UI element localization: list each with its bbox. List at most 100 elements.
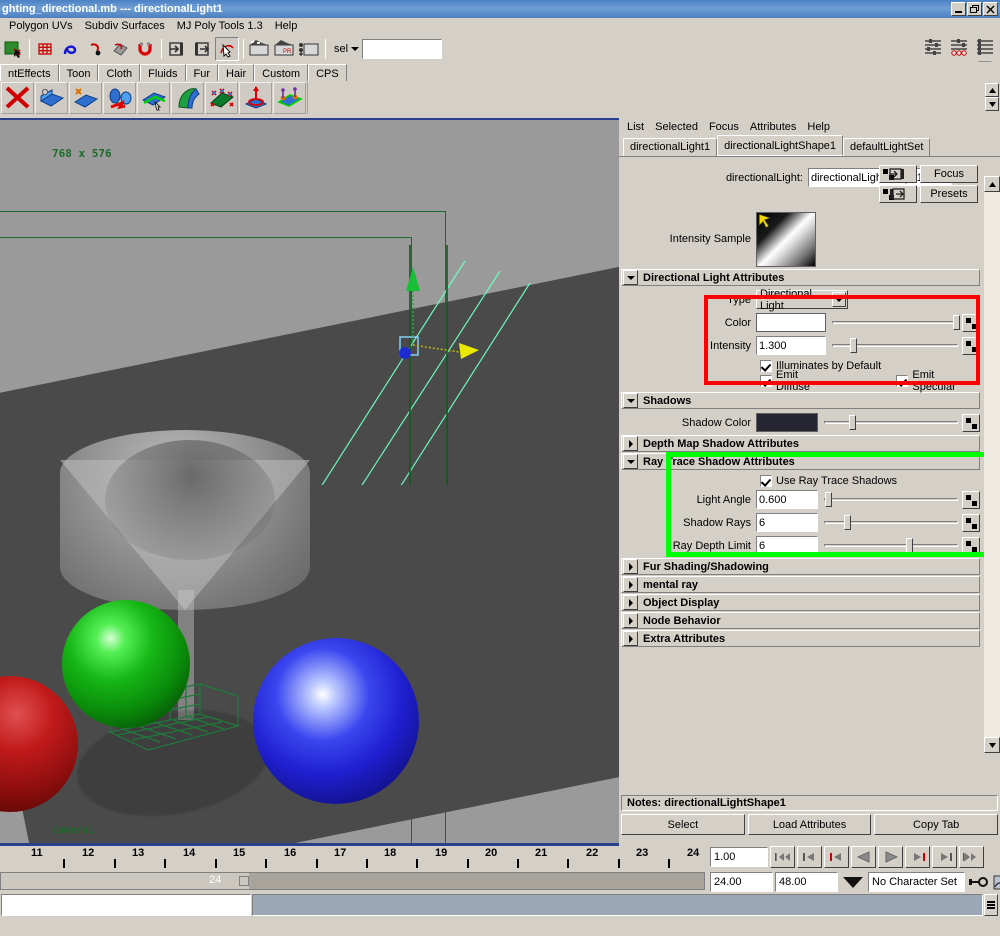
intensity-sample-swatch[interactable] xyxy=(756,211,816,267)
use-ray-trace-shadows-checkbox[interactable] xyxy=(760,475,772,487)
step-forward-frame-icon[interactable] xyxy=(905,846,930,868)
polygon-split-icon[interactable] xyxy=(137,82,170,114)
ae-menu-focus[interactable]: Focus xyxy=(705,121,746,133)
shelf-tab-cps[interactable]: CPS xyxy=(308,64,347,81)
restore-icon[interactable] xyxy=(967,2,982,16)
expand-arrow-icon[interactable] xyxy=(623,436,638,451)
close-icon[interactable] xyxy=(983,2,998,16)
ray-depth-limit-field[interactable]: 6 xyxy=(756,536,818,555)
collapse-arrow-icon[interactable] xyxy=(623,393,638,408)
color-map-button[interactable] xyxy=(962,313,980,332)
ae-menu-list[interactable]: List xyxy=(623,121,651,133)
copy-tab-button[interactable]: Copy Tab xyxy=(874,814,999,835)
show-channel-box-icon[interactable] xyxy=(974,36,996,59)
ray-depth-limit-map-button[interactable] xyxy=(962,536,980,555)
shadow-color-swatch[interactable] xyxy=(756,413,818,432)
shelf-tab-hair[interactable]: Hair xyxy=(218,64,255,81)
collapse-arrow-icon[interactable] xyxy=(623,454,638,469)
step-back-frame-icon[interactable] xyxy=(824,846,849,868)
use-ray-trace-shadows-row[interactable]: Use Ray Trace Shadows xyxy=(623,473,980,489)
step-back-keyframe-icon[interactable] xyxy=(797,846,822,868)
shelf-tab-fluids[interactable]: Fluids xyxy=(140,64,186,81)
shelf-scroll-down-icon[interactable] xyxy=(985,97,999,111)
range-end-field[interactable]: 48.00 xyxy=(775,872,838,892)
shelf-tab-nteffects[interactable]: ntEffects xyxy=(0,64,59,81)
snap-to-curve-icon[interactable] xyxy=(58,36,82,61)
snap-to-grid-icon[interactable] xyxy=(33,36,57,61)
tab-directionalLightShape1[interactable]: directionalLightShape1 xyxy=(717,135,844,156)
selection-input[interactable] xyxy=(362,38,443,59)
select-button[interactable]: Select xyxy=(621,814,745,835)
go-to-start-icon[interactable] xyxy=(770,846,795,868)
intensity-map-button[interactable] xyxy=(962,336,980,355)
section-node-behavior[interactable]: Node Behavior xyxy=(621,612,980,629)
step-forward-keyframe-icon[interactable] xyxy=(932,846,957,868)
polygon-cone-manipulator-icon[interactable] xyxy=(239,82,272,114)
animation-preferences-icon[interactable] xyxy=(991,872,1000,892)
tab-directionalLight1[interactable]: directionalLight1 xyxy=(623,138,718,156)
show-attribute-editor-icon[interactable] xyxy=(922,36,944,59)
shelf-scroll-up-icon[interactable] xyxy=(985,83,999,97)
ae-menu-selected[interactable]: Selected xyxy=(651,121,705,133)
range-start-field[interactable]: 24.00 xyxy=(710,872,773,892)
light-angle-slider[interactable] xyxy=(824,490,958,509)
expand-arrow-icon[interactable] xyxy=(623,559,638,574)
render-globals-icon[interactable] xyxy=(297,36,321,61)
shadow-color-slider[interactable] xyxy=(824,413,958,432)
attribute-editor-scrollbar[interactable] xyxy=(984,176,1000,753)
auto-keyframe-icon[interactable] xyxy=(967,872,989,892)
menu-mj-poly-tools[interactable]: MJ Poly Tools 1.3 xyxy=(172,19,270,34)
snap-to-point-icon[interactable] xyxy=(83,36,107,61)
script-editor-icon[interactable] xyxy=(984,894,998,916)
section-extra-attributes[interactable]: Extra Attributes xyxy=(621,630,980,647)
shelf-scrollbar[interactable] xyxy=(985,83,999,113)
input-connection-icon[interactable] xyxy=(879,165,917,183)
ray-depth-limit-slider[interactable] xyxy=(824,536,958,555)
shadow-color-map-button[interactable] xyxy=(962,413,980,432)
section-depth-map-shadow-attributes[interactable]: Depth Map Shadow Attributes xyxy=(621,435,980,452)
output-connection-icon[interactable] xyxy=(879,185,917,203)
color-slider[interactable] xyxy=(832,313,960,332)
intensity-field[interactable]: 1.300 xyxy=(756,336,826,355)
shelf-tab-custom[interactable]: Custom xyxy=(254,64,309,81)
polygon-plane-icon[interactable] xyxy=(273,82,306,114)
light-angle-field[interactable]: 0.600 xyxy=(756,490,818,509)
expand-arrow-icon[interactable] xyxy=(623,631,638,646)
polygon-extrude-icon[interactable] xyxy=(35,82,68,114)
go-to-end-icon[interactable] xyxy=(959,846,984,868)
section-mental-ray[interactable]: mental ray xyxy=(621,576,980,593)
ae-menu-attributes[interactable]: Attributes xyxy=(746,121,803,133)
snap-to-magnet-icon[interactable] xyxy=(133,36,157,61)
section-fur-shading-shadowing[interactable]: Fur Shading/Shadowing xyxy=(621,558,980,575)
directional-light-manipulator[interactable] xyxy=(295,245,535,485)
section-ray-trace-shadow-attributes[interactable]: Ray Trace Shadow Attributes xyxy=(621,453,980,470)
delete-history-icon[interactable] xyxy=(1,82,34,114)
character-set-dropdown-icon[interactable] xyxy=(840,872,866,892)
expand-arrow-icon[interactable] xyxy=(623,613,638,628)
current-frame-field[interactable]: 1.00 xyxy=(710,847,768,867)
collapse-arrow-icon[interactable] xyxy=(623,270,638,285)
polygon-curve-icon[interactable] xyxy=(171,82,204,114)
load-attributes-button[interactable]: Load Attributes xyxy=(747,814,872,835)
chevron-down-icon[interactable] xyxy=(832,292,846,307)
polygon-bevel-icon[interactable] xyxy=(103,82,136,114)
viewport-camera1[interactable]: 768 x 576 camera1 xyxy=(0,118,619,845)
construction-history-in-icon[interactable] xyxy=(165,36,189,61)
playback-range-bar[interactable]: 24 xyxy=(0,872,705,890)
focus-button[interactable]: Focus xyxy=(920,165,978,183)
menu-subdiv-surfaces[interactable]: Subdiv Surfaces xyxy=(80,19,172,34)
illuminates-by-default-checkbox[interactable] xyxy=(760,359,772,372)
polygon-soft-edge-icon[interactable] xyxy=(205,82,238,114)
emit-specular-checkbox[interactable] xyxy=(896,374,909,387)
construction-history-out-icon[interactable] xyxy=(190,36,214,61)
shadow-rays-field[interactable]: 6 xyxy=(756,513,818,532)
play-forwards-icon[interactable] xyxy=(878,846,903,868)
ae-menu-help[interactable]: Help xyxy=(803,121,837,133)
show-tool-settings-icon[interactable] xyxy=(948,36,970,59)
blue-sphere[interactable] xyxy=(253,638,419,804)
light-color-swatch[interactable] xyxy=(756,313,826,332)
tab-defaultLightSet[interactable]: defaultLightSet xyxy=(843,138,931,156)
expand-arrow-icon[interactable] xyxy=(623,577,638,592)
snap-to-view-plane-icon[interactable] xyxy=(108,36,132,61)
minimize-icon[interactable] xyxy=(951,2,966,16)
